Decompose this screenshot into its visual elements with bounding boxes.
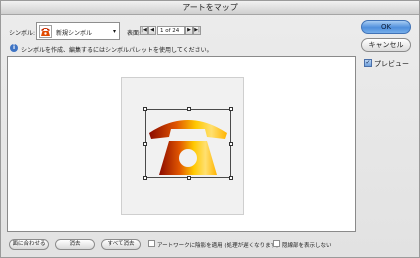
resize-handle[interactable] (187, 176, 191, 180)
symbol-name: 新規シンボル (56, 30, 93, 37)
phone-symbol-art (149, 120, 227, 175)
resize-handle[interactable] (229, 176, 233, 180)
page-label: 表面: (127, 30, 142, 37)
preview-label: プレビュー (374, 60, 409, 68)
resize-handle[interactable] (143, 142, 147, 146)
symbol-thumbnail (39, 25, 52, 38)
preview-checkbox[interactable]: ✓ (364, 59, 372, 67)
clear-button[interactable]: 消去 (55, 239, 95, 250)
preview-pane[interactable] (7, 56, 356, 232)
chevron-down-icon: ▾ (112, 28, 116, 35)
ok-button[interactable]: OK (361, 20, 411, 34)
first-page-button[interactable]: |◀ (140, 26, 148, 35)
prev-page-button[interactable]: ◀ (148, 26, 156, 35)
resize-handle[interactable] (229, 142, 233, 146)
map-art-dialog: アートをマップ シンボル: 新規シンボル ▾ 表面: |◀ ◀ 1 of 24 … (0, 0, 420, 258)
info-icon: i (10, 44, 18, 52)
shade-artwork-checkbox[interactable] (148, 240, 155, 247)
invisible-geometry-checkbox[interactable] (273, 240, 280, 247)
page-field[interactable]: 1 of 24 (157, 26, 185, 35)
artboard (121, 77, 244, 215)
resize-handle[interactable] (143, 107, 147, 111)
resize-handle[interactable] (187, 107, 191, 111)
resize-handle[interactable] (229, 107, 233, 111)
symbol-label: シンボル: (9, 30, 36, 37)
window-title: アートをマップ (1, 1, 419, 15)
next-page-button[interactable]: ▶ (185, 26, 193, 35)
shade-artwork-label: アートワークに陰影を適用 (処理が遅くなります) (157, 243, 279, 249)
last-page-button[interactable]: ▶| (193, 26, 201, 35)
cancel-button[interactable]: キャンセル (361, 38, 411, 52)
invisible-geometry-label: 隠線部を表示しない (282, 243, 332, 249)
fit-to-panel-button[interactable]: 面に合わせる (9, 239, 49, 250)
symbol-dropdown[interactable]: 新規シンボル ▾ (36, 22, 120, 40)
resize-handle[interactable] (143, 176, 147, 180)
clear-all-button[interactable]: すべて消去 (101, 239, 141, 250)
art-bounding-box[interactable] (143, 107, 233, 180)
info-text: シンボルを作成、編集するにはシンボルパレットを使用してください。 (21, 47, 213, 54)
